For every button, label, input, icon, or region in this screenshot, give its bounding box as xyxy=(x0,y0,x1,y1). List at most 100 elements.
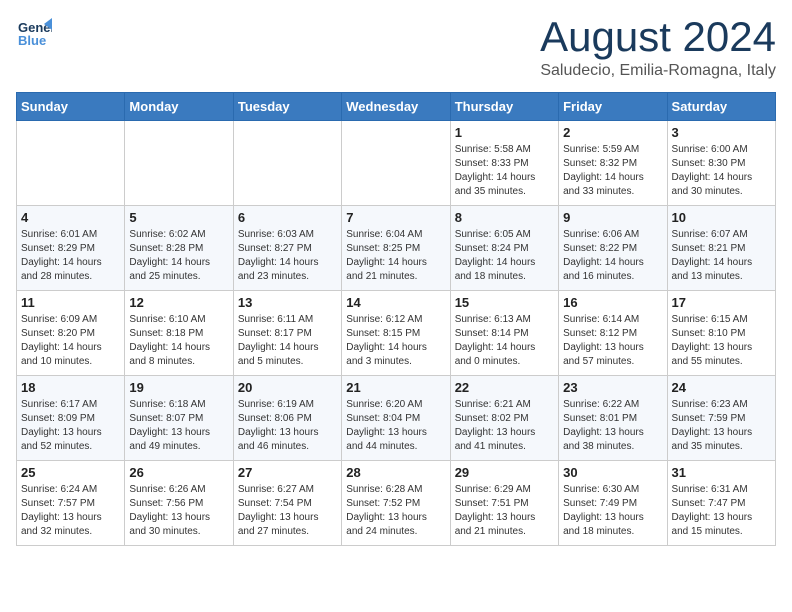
day-number: 12 xyxy=(129,295,228,310)
location-subtitle: Saludecio, Emilia-Romagna, Italy xyxy=(540,62,776,80)
calendar-cell: 20 Sunrise: 6:19 AM Sunset: 8:06 PM Dayli… xyxy=(233,376,341,461)
column-header-saturday: Saturday xyxy=(667,93,775,121)
column-header-friday: Friday xyxy=(559,93,667,121)
calendar-cell: 5 Sunrise: 6:02 AM Sunset: 8:28 PM Daylig… xyxy=(125,206,233,291)
day-number: 23 xyxy=(563,380,662,395)
calendar-table: SundayMondayTuesdayWednesdayThursdayFrid… xyxy=(16,92,776,546)
day-number: 9 xyxy=(563,210,662,225)
calendar-cell: 4 Sunrise: 6:01 AM Sunset: 8:29 PM Daylig… xyxy=(17,206,125,291)
calendar-cell: 9Sunrise: 6:06 AM Sunset: 8:22 PM Daylig… xyxy=(559,206,667,291)
calendar-week-5: 25 Sunrise: 6:24 AM Sunset: 7:57 PM Dayli… xyxy=(17,461,776,546)
calendar-cell: 12 Sunrise: 6:10 AM Sunset: 8:18 PM Dayli… xyxy=(125,291,233,376)
cell-info: Sunrise: 6:28 AM Sunset: 7:52 PM Dayligh… xyxy=(346,483,445,539)
cell-info: Sunrise: 6:05 AM Sunset: 8:24 PM Dayligh… xyxy=(455,228,554,284)
calendar-header-row: SundayMondayTuesdayWednesdayThursdayFrid… xyxy=(17,93,776,121)
logo-icon: General Blue xyxy=(16,16,52,52)
calendar-cell: 30 Sunrise: 6:30 AM Sunset: 7:49 PM Dayli… xyxy=(559,461,667,546)
cell-info: Sunrise: 6:30 AM Sunset: 7:49 PM Dayligh… xyxy=(563,483,662,539)
cell-info: Sunrise: 6:02 AM Sunset: 8:28 PM Dayligh… xyxy=(129,228,228,284)
calendar-cell: 26 Sunrise: 6:26 AM Sunset: 7:56 PM Dayli… xyxy=(125,461,233,546)
calendar-cell: 22Sunrise: 6:21 AM Sunset: 8:02 PM Dayli… xyxy=(450,376,558,461)
day-number: 24 xyxy=(672,380,771,395)
calendar-cell: 2 Sunrise: 5:59 AM Sunset: 8:32 PM Daylig… xyxy=(559,121,667,206)
cell-info: Sunrise: 6:11 AM Sunset: 8:17 PM Dayligh… xyxy=(238,313,337,369)
calendar-cell: 25 Sunrise: 6:24 AM Sunset: 7:57 PM Dayli… xyxy=(17,461,125,546)
cell-info: Sunrise: 6:10 AM Sunset: 8:18 PM Dayligh… xyxy=(129,313,228,369)
month-title: August 2024 xyxy=(540,16,776,58)
column-header-thursday: Thursday xyxy=(450,93,558,121)
cell-info: Sunrise: 5:59 AM Sunset: 8:32 PM Dayligh… xyxy=(563,143,662,199)
day-number: 8 xyxy=(455,210,554,225)
cell-info: Sunrise: 6:23 AM Sunset: 7:59 PM Dayligh… xyxy=(672,398,771,454)
cell-info: Sunrise: 6:04 AM Sunset: 8:25 PM Dayligh… xyxy=(346,228,445,284)
calendar-cell: 19 Sunrise: 6:18 AM Sunset: 8:07 PM Dayli… xyxy=(125,376,233,461)
calendar-cell: 27Sunrise: 6:27 AM Sunset: 7:54 PM Dayli… xyxy=(233,461,341,546)
column-header-tuesday: Tuesday xyxy=(233,93,341,121)
day-number: 28 xyxy=(346,465,445,480)
calendar-cell: 7 Sunrise: 6:04 AM Sunset: 8:25 PM Daylig… xyxy=(342,206,450,291)
cell-info: Sunrise: 6:09 AM Sunset: 8:20 PM Dayligh… xyxy=(21,313,120,369)
day-number: 4 xyxy=(21,210,120,225)
cell-info: Sunrise: 6:03 AM Sunset: 8:27 PM Dayligh… xyxy=(238,228,337,284)
calendar-cell xyxy=(342,121,450,206)
cell-info: Sunrise: 6:15 AM Sunset: 8:10 PM Dayligh… xyxy=(672,313,771,369)
cell-info: Sunrise: 6:26 AM Sunset: 7:56 PM Dayligh… xyxy=(129,483,228,539)
page-header: General Blue August 2024 Saludecio, Emil… xyxy=(16,16,776,80)
calendar-cell: 3 Sunrise: 6:00 AM Sunset: 8:30 PM Daylig… xyxy=(667,121,775,206)
calendar-cell: 15Sunrise: 6:13 AM Sunset: 8:14 PM Dayli… xyxy=(450,291,558,376)
calendar-cell: 8 Sunrise: 6:05 AM Sunset: 8:24 PM Daylig… xyxy=(450,206,558,291)
logo: General Blue xyxy=(16,16,58,57)
day-number: 31 xyxy=(672,465,771,480)
calendar-cell: 28 Sunrise: 6:28 AM Sunset: 7:52 PM Dayli… xyxy=(342,461,450,546)
day-number: 29 xyxy=(455,465,554,480)
day-number: 7 xyxy=(346,210,445,225)
cell-info: Sunrise: 6:12 AM Sunset: 8:15 PM Dayligh… xyxy=(346,313,445,369)
calendar-cell: 11 Sunrise: 6:09 AM Sunset: 8:20 PM Dayli… xyxy=(17,291,125,376)
day-number: 5 xyxy=(129,210,228,225)
cell-info: Sunrise: 6:29 AM Sunset: 7:51 PM Dayligh… xyxy=(455,483,554,539)
day-number: 19 xyxy=(129,380,228,395)
day-number: 2 xyxy=(563,125,662,140)
day-number: 3 xyxy=(672,125,771,140)
cell-info: Sunrise: 6:22 AM Sunset: 8:01 PM Dayligh… xyxy=(563,398,662,454)
day-number: 18 xyxy=(21,380,120,395)
cell-info: Sunrise: 6:18 AM Sunset: 8:07 PM Dayligh… xyxy=(129,398,228,454)
day-number: 11 xyxy=(21,295,120,310)
title-area: August 2024 Saludecio, Emilia-Romagna, I… xyxy=(540,16,776,80)
day-number: 30 xyxy=(563,465,662,480)
calendar-cell xyxy=(233,121,341,206)
cell-info: Sunrise: 6:17 AM Sunset: 8:09 PM Dayligh… xyxy=(21,398,120,454)
day-number: 17 xyxy=(672,295,771,310)
cell-info: Sunrise: 6:27 AM Sunset: 7:54 PM Dayligh… xyxy=(238,483,337,539)
day-number: 6 xyxy=(238,210,337,225)
calendar-cell: 24 Sunrise: 6:23 AM Sunset: 7:59 PM Dayli… xyxy=(667,376,775,461)
calendar-cell: 29 Sunrise: 6:29 AM Sunset: 7:51 PM Dayli… xyxy=(450,461,558,546)
calendar-cell: 18 Sunrise: 6:17 AM Sunset: 8:09 PM Dayli… xyxy=(17,376,125,461)
calendar-cell: 14Sunrise: 6:12 AM Sunset: 8:15 PM Dayli… xyxy=(342,291,450,376)
day-number: 25 xyxy=(21,465,120,480)
calendar-cell: 10Sunrise: 6:07 AM Sunset: 8:21 PM Dayli… xyxy=(667,206,775,291)
cell-info: Sunrise: 6:19 AM Sunset: 8:06 PM Dayligh… xyxy=(238,398,337,454)
cell-info: Sunrise: 6:14 AM Sunset: 8:12 PM Dayligh… xyxy=(563,313,662,369)
day-number: 1 xyxy=(455,125,554,140)
day-number: 20 xyxy=(238,380,337,395)
calendar-cell: 17 Sunrise: 6:15 AM Sunset: 8:10 PM Dayli… xyxy=(667,291,775,376)
cell-info: Sunrise: 6:31 AM Sunset: 7:47 PM Dayligh… xyxy=(672,483,771,539)
cell-info: Sunrise: 6:01 AM Sunset: 8:29 PM Dayligh… xyxy=(21,228,120,284)
calendar-week-2: 4 Sunrise: 6:01 AM Sunset: 8:29 PM Daylig… xyxy=(17,206,776,291)
day-number: 15 xyxy=(455,295,554,310)
calendar-week-1: 1Sunrise: 5:58 AM Sunset: 8:33 PM Daylig… xyxy=(17,121,776,206)
cell-info: Sunrise: 6:07 AM Sunset: 8:21 PM Dayligh… xyxy=(672,228,771,284)
day-number: 26 xyxy=(129,465,228,480)
calendar-cell: 6 Sunrise: 6:03 AM Sunset: 8:27 PM Daylig… xyxy=(233,206,341,291)
cell-info: Sunrise: 6:20 AM Sunset: 8:04 PM Dayligh… xyxy=(346,398,445,454)
cell-info: Sunrise: 6:24 AM Sunset: 7:57 PM Dayligh… xyxy=(21,483,120,539)
svg-text:Blue: Blue xyxy=(18,33,46,48)
calendar-cell: 23 Sunrise: 6:22 AM Sunset: 8:01 PM Dayli… xyxy=(559,376,667,461)
cell-info: Sunrise: 6:00 AM Sunset: 8:30 PM Dayligh… xyxy=(672,143,771,199)
calendar-week-4: 18 Sunrise: 6:17 AM Sunset: 8:09 PM Dayli… xyxy=(17,376,776,461)
calendar-cell: 31 Sunrise: 6:31 AM Sunset: 7:47 PM Dayli… xyxy=(667,461,775,546)
column-header-monday: Monday xyxy=(125,93,233,121)
cell-info: Sunrise: 6:21 AM Sunset: 8:02 PM Dayligh… xyxy=(455,398,554,454)
calendar-cell xyxy=(17,121,125,206)
